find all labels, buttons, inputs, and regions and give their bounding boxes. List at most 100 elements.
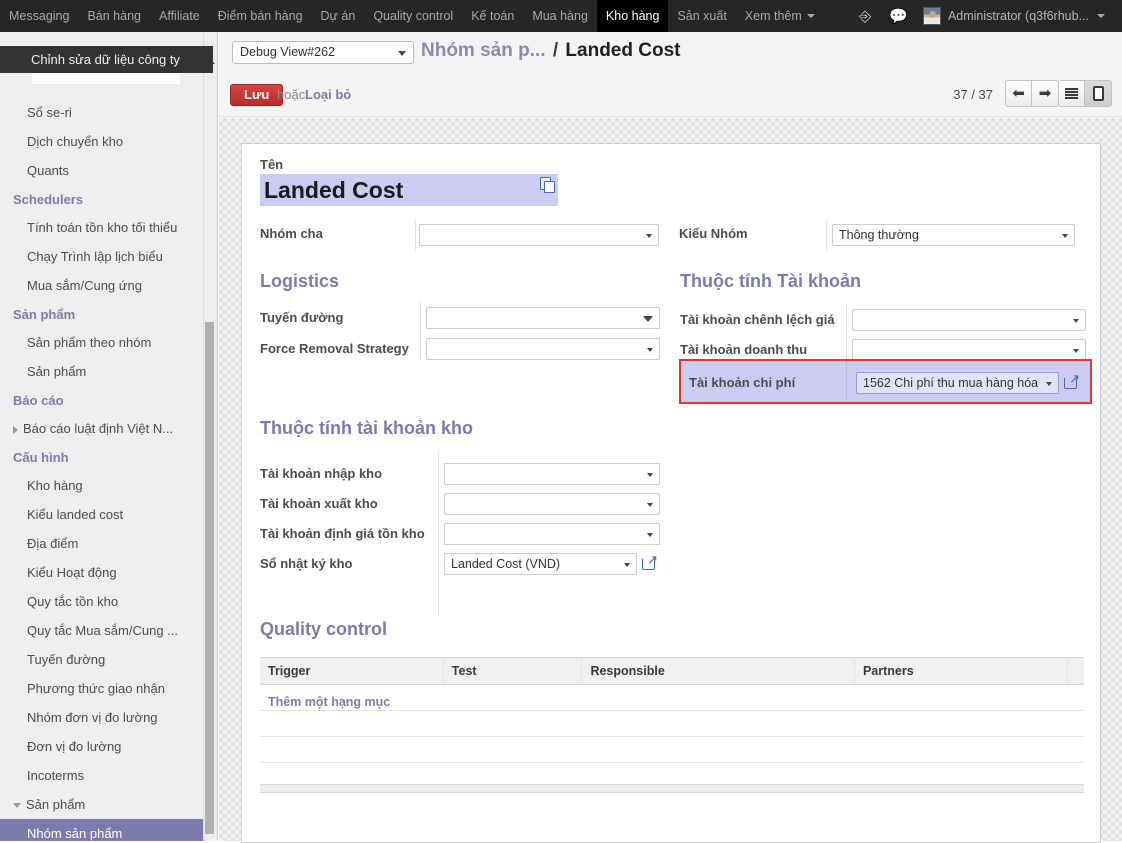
income-account-select[interactable] — [852, 339, 1086, 361]
chat-bubble-icon[interactable]: 💬 — [880, 7, 917, 25]
table-row[interactable] — [260, 710, 1084, 737]
table-row[interactable] — [260, 736, 1084, 763]
list-view-button[interactable] — [1058, 80, 1085, 107]
table-cell — [581, 684, 855, 711]
sidebar-item-label: Sổ se-ri — [27, 105, 72, 120]
sidebar-item-label: Sản phẩm — [26, 797, 86, 812]
column-header-responsible[interactable]: Responsible — [581, 657, 855, 685]
sidebar-item-d-ch-chuy-n-kho[interactable]: Dịch chuyển kho — [0, 127, 206, 156]
column-header-partners[interactable]: Partners — [854, 657, 1068, 685]
scrollbar-thumb[interactable] — [205, 322, 214, 834]
sidebar-item-label: Tuyến đường — [27, 652, 106, 667]
sidebar-item-incoterms[interactable]: Incoterms — [0, 761, 206, 790]
column-divider — [846, 304, 847, 362]
sidebar-item-quy-t-c-mua-s-m-cung[interactable]: Quy tắc Mua sắm/Cung ... — [0, 616, 206, 645]
stock-valuation-account-label: Tài khoản định giá tồn kho — [260, 526, 425, 541]
debug-view-value: Debug View#262 — [240, 45, 335, 59]
sidebar-item-quy-t-c-t-n-kho[interactable]: Quy tắc tồn kho — [0, 587, 206, 616]
nav-item-label: Affiliate — [158, 9, 200, 23]
nav-item-b-n-h-ng[interactable]: Bán hàng — [78, 0, 150, 32]
sidebar-item-nh-m-s-n-ph-m[interactable]: Nhóm sản phẩm — [0, 819, 206, 841]
chevron-down-icon — [806, 14, 815, 18]
chevron-down-icon — [647, 533, 653, 537]
sidebar-item-label: Dịch chuyển kho — [27, 134, 124, 149]
nav-item-label: Kho hàng — [605, 9, 660, 23]
next-record-button[interactable]: ➡ — [1032, 80, 1059, 107]
stock-input-account-select[interactable] — [444, 463, 660, 485]
user-menu[interactable]: Administrator (q3f6rhub... — [917, 7, 1114, 25]
expense-account-external-link-icon[interactable]: ↗ — [1064, 372, 1080, 389]
stock-output-account-select[interactable] — [444, 493, 660, 515]
sidebar-item-quants[interactable]: Quants — [0, 156, 206, 185]
nav-item-mua-h-ng[interactable]: Mua hàng — [523, 0, 597, 32]
sidebar-item-a-i-m[interactable]: Địa điểm — [0, 529, 206, 558]
sidebar-item-ki-u-ho-t-ng[interactable]: Kiểu Hoạt động — [0, 558, 206, 587]
arrow-left-icon: ⬅ — [1012, 85, 1025, 102]
nav-item-messaging[interactable]: Messaging — [0, 0, 78, 32]
force-removal-strategy-label: Force Removal Strategy — [260, 341, 409, 356]
nav-item-label: Sản xuất — [677, 9, 727, 23]
logout-icon[interactable]: ⎆ — [850, 8, 880, 25]
route-select[interactable] — [426, 307, 660, 329]
nav-item-xem-th-m[interactable]: Xem thêm — [736, 0, 824, 32]
chevron-down-icon[interactable] — [13, 803, 21, 809]
sidebar-item-s-n-ph-m-theo-nh-m[interactable]: Sản phẩm theo nhóm — [0, 328, 206, 357]
sidebar: LOGO CÔNG TY Chỉnh sửa dữ liệu công ty S… — [0, 32, 218, 841]
sidebar-item-ph-ng-th-c-giao-nh-n[interactable]: Phương thức giao nhận — [0, 674, 206, 703]
table-header-row: Trigger Test Responsible Partners — [260, 657, 1084, 685]
nav-item-kho-h-ng[interactable]: Kho hàng — [596, 0, 669, 32]
sidebar-item-n-v-o-l-ng[interactable]: Đơn vị đo lường — [0, 732, 206, 761]
force-removal-strategy-select[interactable] — [426, 338, 660, 360]
breadcrumb-parent-link[interactable]: Nhóm sản p... — [421, 40, 546, 61]
sidebar-item-ch-y-tr-nh-l-p-l-ch-bi-u[interactable]: Chạy Trình lập lịch biểu — [0, 242, 206, 271]
chevron-down-icon — [398, 51, 406, 56]
column-header-trigger[interactable]: Trigger — [260, 657, 444, 685]
column-header-test[interactable]: Test — [443, 657, 583, 685]
sidebar-item-mua-s-m-cung-ng[interactable]: Mua sắm/Cung ứng — [0, 271, 206, 300]
name-input[interactable]: Landed Cost — [260, 174, 558, 206]
stock-valuation-account-select[interactable] — [444, 523, 660, 545]
stock-journal-external-link-icon[interactable]: ↗ — [642, 553, 658, 570]
nav-item-s-n-xu-t[interactable]: Sản xuất — [668, 0, 735, 32]
nav-item-label: Bán hàng — [87, 9, 141, 23]
copy-translate-icon[interactable] — [540, 177, 555, 193]
sidebar-item-s-n-ph-m[interactable]: Sản phẩm — [0, 790, 206, 819]
chevron-right-icon[interactable] — [13, 425, 18, 434]
nav-item-label: Điểm bán hàng — [217, 9, 303, 23]
sidebar-menu: Sổ se-ri Dịch chuyển kho Quants Schedulers T… — [0, 98, 206, 841]
discard-button[interactable]: Loại bỏ — [305, 87, 351, 102]
sidebar-item-b-o-c-o-lu-t-nh-vi-t-n[interactable]: Báo cáo luật định Việt N... — [0, 414, 206, 443]
add-item-link[interactable]: Thêm một hạng mục — [268, 695, 390, 709]
nav-item-k-to-n[interactable]: Kế toán — [462, 0, 523, 32]
expense-account-select[interactable]: 1562 Chi phí thu mua hàng hóa — [856, 372, 1059, 394]
sidebar-item-label: Đơn vị đo lường — [27, 739, 122, 754]
nav-item-d-n[interactable]: Dự án — [312, 0, 365, 32]
nav-item-i-m-b-n-h-ng[interactable]: Điểm bán hàng — [209, 0, 312, 32]
price-difference-account-select[interactable] — [852, 309, 1086, 331]
sidebar-item-s-se-ri[interactable]: Sổ se-ri — [0, 98, 206, 127]
sidebar-item-label: Kiểu Hoạt động — [27, 565, 117, 580]
nav-item-quality-control[interactable]: Quality control — [364, 0, 462, 32]
parent-group-select[interactable] — [419, 224, 659, 246]
sidebar-item-label: Kho hàng — [27, 478, 83, 493]
sidebar-item-tuy-n-ng[interactable]: Tuyến đường — [0, 645, 206, 674]
form-view-button[interactable] — [1085, 80, 1112, 107]
sidebar-item-label: Quy tắc tồn kho — [27, 594, 119, 609]
sidebar-scrollbar[interactable] — [203, 32, 215, 841]
income-account-label: Tài khoản doanh thu — [680, 342, 808, 357]
sidebar-item-ki-u-landed-cost[interactable]: Kiểu landed cost — [0, 500, 206, 529]
sidebar-item-kho-h-ng[interactable]: Kho hàng — [0, 471, 206, 500]
group-type-select[interactable]: Thông thường — [832, 224, 1075, 246]
debug-view-select[interactable]: Debug View#262 — [232, 41, 414, 64]
nav-item-affiliate[interactable]: Affiliate — [150, 0, 209, 32]
breadcrumb-current: Landed Cost — [565, 40, 681, 61]
sidebar-item-t-nh-to-n-t-n-kho-t-i-thi-u[interactable]: Tính toán tồn kho tối thiểu — [0, 213, 206, 242]
sidebar-item-nh-m-n-v-o-l-ng[interactable]: Nhóm đơn vị đo lường — [0, 703, 206, 732]
sidebar-item-s-n-ph-m[interactable]: Sản phẩm — [0, 357, 206, 386]
sidebar-item-label: Chạy Trình lập lịch biểu — [27, 249, 163, 264]
previous-record-button[interactable]: ⬅ — [1005, 80, 1032, 107]
stock-journal-select[interactable]: Landed Cost (VND) — [444, 553, 637, 575]
sidebar-section-label: Sản phẩm — [13, 307, 76, 322]
stock-journal-label: Sổ nhật ký kho — [260, 556, 353, 571]
save-button[interactable]: Lưu — [230, 84, 284, 106]
